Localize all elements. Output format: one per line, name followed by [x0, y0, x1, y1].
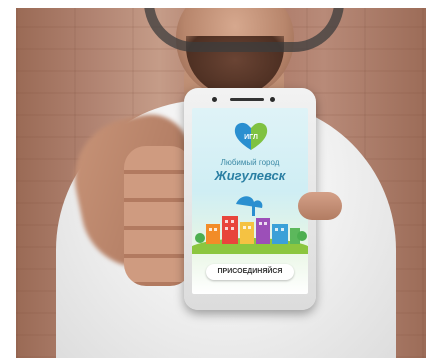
front-camera: [212, 97, 217, 102]
heart-logo-icon: ИГЛ: [234, 122, 268, 150]
logo-text: ИГЛ: [244, 134, 258, 141]
headphones: [144, 8, 344, 52]
smartphone: ИГЛ Любимый город Жигулевск ПРИСОЕДИНЯЙС…: [184, 88, 316, 310]
photo: ИГЛ Любимый город Жигулевск ПРИСОЕДИНЯЙС…: [16, 8, 426, 358]
app-title: Жигулевск: [214, 168, 286, 183]
sensor: [270, 97, 275, 102]
phone-top-bar: [184, 94, 316, 106]
join-button[interactable]: ПРИСОЕДИНЯЙСЯ: [206, 264, 294, 280]
earpiece-speaker: [230, 98, 264, 101]
city-illustration-icon: [192, 196, 308, 254]
app-screen: ИГЛ Любимый город Жигулевск ПРИСОЕДИНЯЙС…: [192, 108, 308, 294]
fingers: [124, 146, 192, 286]
thumb: [298, 192, 342, 220]
app-subtitle: Любимый город: [220, 158, 280, 167]
